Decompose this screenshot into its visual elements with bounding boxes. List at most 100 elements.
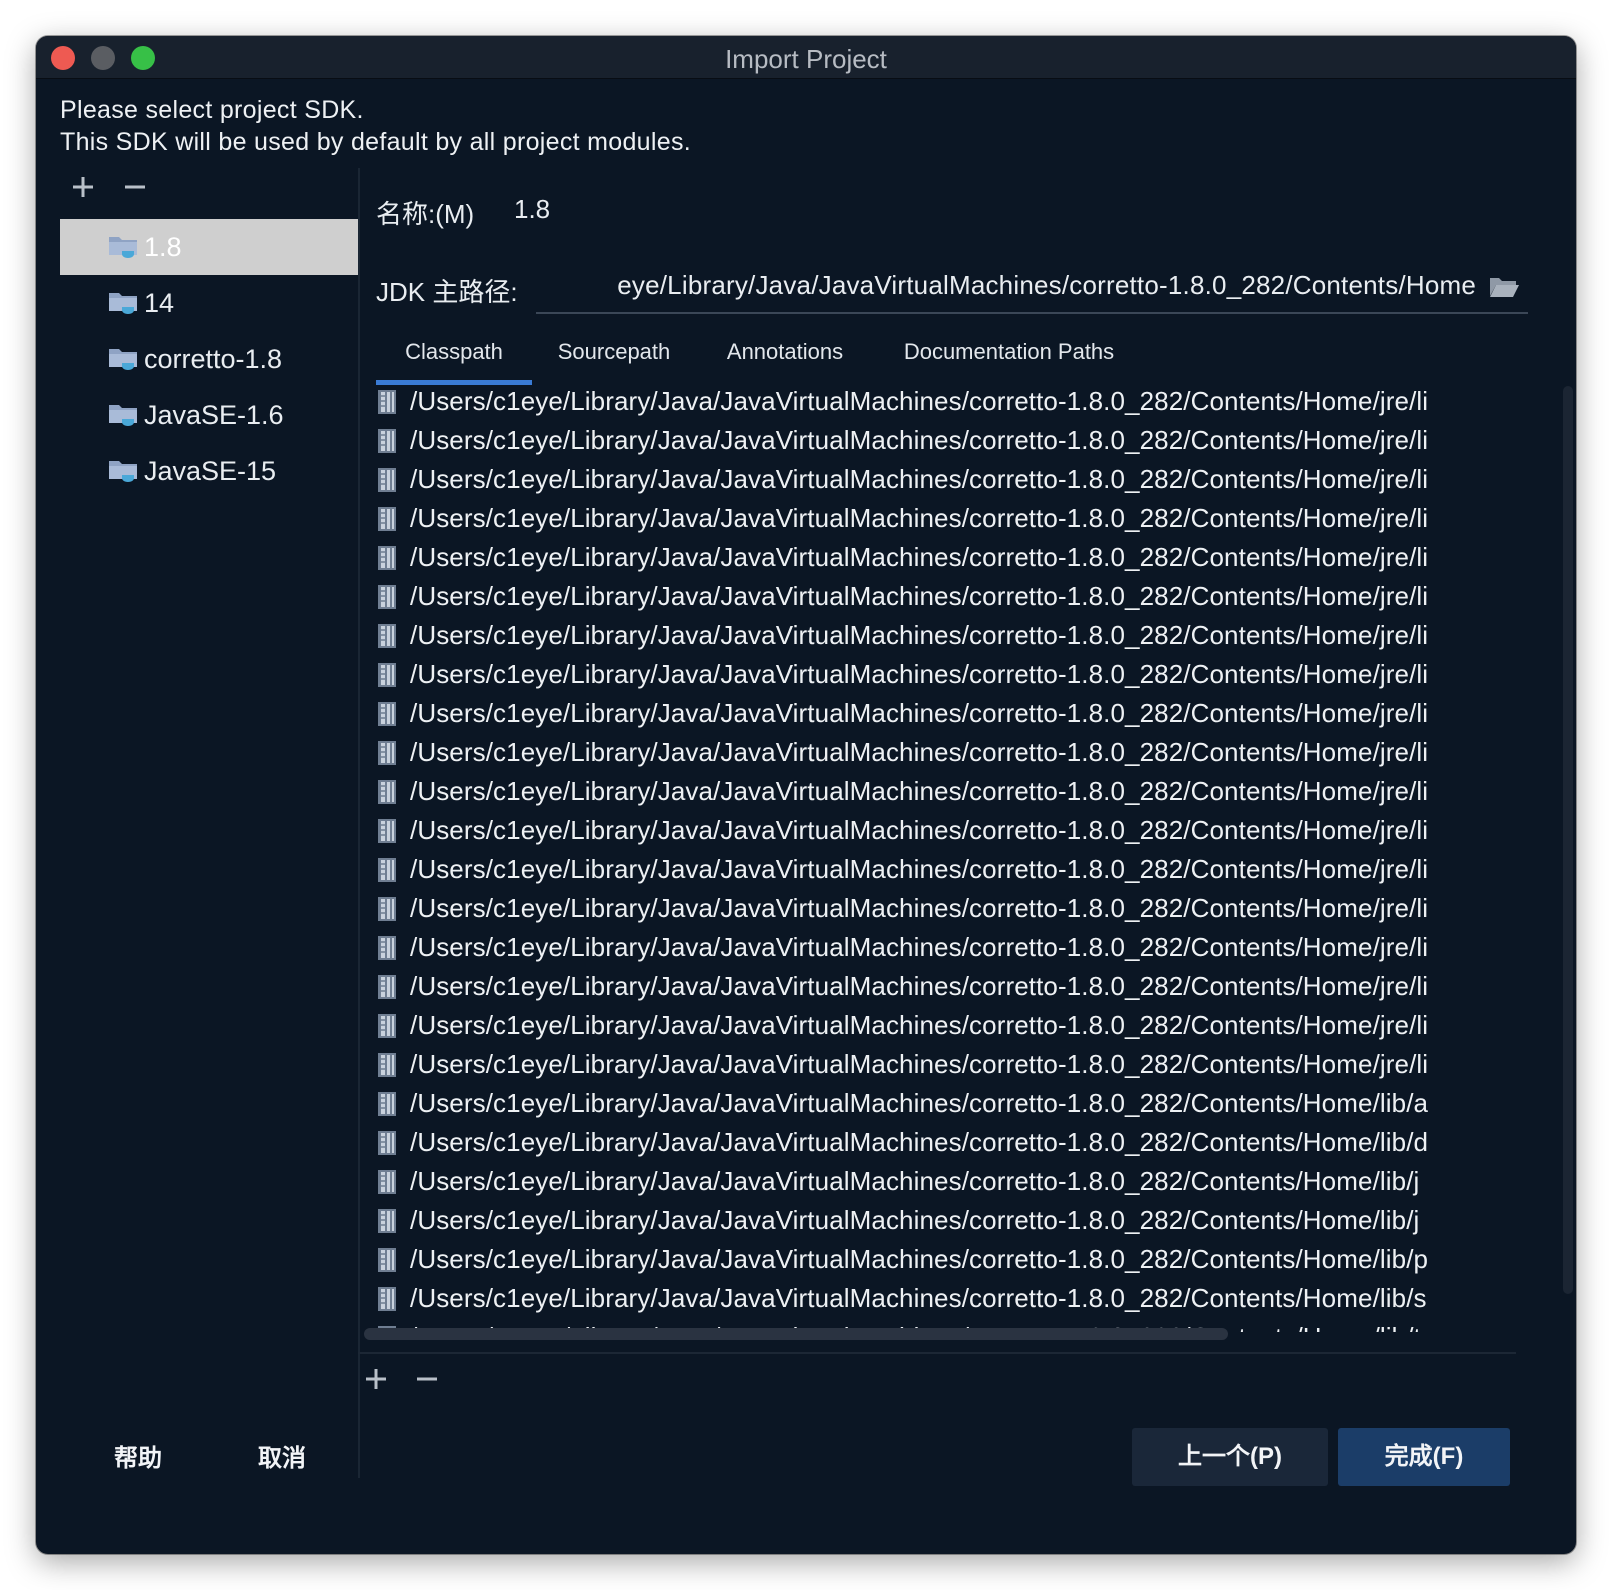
jar-icon xyxy=(378,779,396,804)
classpath-entry: /Users/c1eye/Library/Java/JavaVirtualMac… xyxy=(410,1088,1429,1118)
title-bar: Import Project xyxy=(36,36,1576,79)
classpath-row[interactable]: /Users/c1eye/Library/Java/JavaVirtualMac… xyxy=(376,1045,1562,1084)
classpath-entry: /Users/c1eye/Library/Java/JavaVirtualMac… xyxy=(410,1166,1420,1196)
sdk-item-label: 1.8 xyxy=(144,231,182,262)
classpath-entry: /Users/c1eye/Library/Java/JavaVirtualMac… xyxy=(410,503,1429,533)
classpath-entry: /Users/c1eye/Library/Java/JavaVirtualMac… xyxy=(410,971,1429,1001)
name-value[interactable]: 1.8 xyxy=(514,194,550,225)
sdk-item[interactable]: corretto-1.8 xyxy=(60,331,358,387)
classpath-row[interactable]: /Users/c1eye/Library/Java/JavaVirtualMac… xyxy=(376,1006,1562,1045)
jar-icon xyxy=(378,428,396,453)
classpath-list[interactable]: /Users/c1eye/Library/Java/JavaVirtualMac… xyxy=(376,382,1562,1332)
classpath-row[interactable]: /Users/c1eye/Library/Java/JavaVirtualMac… xyxy=(376,655,1562,694)
add-classpath-button[interactable] xyxy=(361,1364,391,1394)
jar-icon xyxy=(378,818,396,843)
classpath-row[interactable]: /Users/c1eye/Library/Java/JavaVirtualMac… xyxy=(376,850,1562,889)
classpath-row[interactable]: /Users/c1eye/Library/Java/JavaVirtualMac… xyxy=(376,928,1562,967)
classpath-row[interactable]: /Users/c1eye/Library/Java/JavaVirtualMac… xyxy=(376,1162,1562,1201)
classpath-row[interactable]: /Users/c1eye/Library/Java/JavaVirtualMac… xyxy=(376,1084,1562,1123)
classpath-row[interactable]: /Users/c1eye/Library/Java/JavaVirtualMac… xyxy=(376,889,1562,928)
add-sdk-button[interactable] xyxy=(68,172,98,202)
jar-icon xyxy=(378,389,396,414)
classpath-row[interactable]: /Users/c1eye/Library/Java/JavaVirtualMac… xyxy=(376,499,1562,538)
jar-icon xyxy=(378,545,396,570)
help-button[interactable]: 帮助 xyxy=(98,1430,178,1488)
classpath-entry: /Users/c1eye/Library/Java/JavaVirtualMac… xyxy=(410,854,1429,884)
classpath-entry: /Users/c1eye/Library/Java/JavaVirtualMac… xyxy=(410,425,1429,455)
tab-classpath[interactable]: Classpath xyxy=(376,332,532,385)
previous-button[interactable]: 上一个(P) xyxy=(1132,1428,1328,1486)
sdk-item-label: 14 xyxy=(144,287,175,318)
classpath-row[interactable]: /Users/c1eye/Library/Java/JavaVirtualMac… xyxy=(376,1279,1562,1318)
classpath-entry: /Users/c1eye/Library/Java/JavaVirtualMac… xyxy=(410,932,1429,962)
panel-divider xyxy=(358,168,360,1478)
classpath-row[interactable]: /Users/c1eye/Library/Java/JavaVirtualMac… xyxy=(376,967,1562,1006)
jar-icon xyxy=(378,1091,396,1116)
jdk-home-field[interactable]: eye/Library/Java/JavaVirtualMachines/cor… xyxy=(536,262,1528,314)
classpath-entry: /Users/c1eye/Library/Java/JavaVirtualMac… xyxy=(410,1244,1429,1274)
list-bottom-divider xyxy=(358,1352,1516,1354)
vertical-scrollbar[interactable] xyxy=(1563,386,1573,1294)
jar-icon xyxy=(378,896,396,921)
window-title: Import Project xyxy=(725,44,887,74)
jar-icon xyxy=(378,1286,396,1311)
sdk-list: 1.8 14 corretto-1.8 JavaSE-1.6 JavaSE-15 xyxy=(60,219,358,499)
sdk-item[interactable]: 14 xyxy=(60,275,358,331)
jar-icon xyxy=(378,1013,396,1038)
classpath-entry: /Users/c1eye/Library/Java/JavaVirtualMac… xyxy=(410,659,1429,689)
jar-icon xyxy=(378,1247,396,1272)
jdk-home-value[interactable]: eye/Library/Java/JavaVirtualMachines/cor… xyxy=(617,270,1476,301)
jdk-folder-icon xyxy=(109,349,137,370)
tab-documentation-paths[interactable]: Documentation Paths xyxy=(894,332,1124,380)
jdk-folder-icon xyxy=(109,461,137,482)
description-line-1: Please select project SDK. xyxy=(60,96,364,124)
classpath-row[interactable]: /Users/c1eye/Library/Java/JavaVirtualMac… xyxy=(376,538,1562,577)
sdk-item-label: JavaSE-1.6 xyxy=(144,399,284,430)
classpath-row[interactable]: /Users/c1eye/Library/Java/JavaVirtualMac… xyxy=(376,772,1562,811)
jdk-home-label: JDK 主路径: xyxy=(376,277,518,307)
tab-annotations[interactable]: Annotations xyxy=(720,332,850,380)
classpath-entry: /Users/c1eye/Library/Java/JavaVirtualMac… xyxy=(410,1205,1420,1235)
classpath-entry: /Users/c1eye/Library/Java/JavaVirtualMac… xyxy=(410,776,1429,806)
sdk-item[interactable]: 1.8 xyxy=(60,219,358,275)
jar-icon xyxy=(378,1169,396,1194)
classpath-row[interactable]: /Users/c1eye/Library/Java/JavaVirtualMac… xyxy=(376,733,1562,772)
classpath-entry: /Users/c1eye/Library/Java/JavaVirtualMac… xyxy=(410,698,1429,728)
sdk-item-label: corretto-1.8 xyxy=(144,343,283,374)
remove-sdk-button[interactable] xyxy=(120,172,150,202)
remove-classpath-button[interactable] xyxy=(412,1364,442,1394)
finish-button[interactable]: 完成(F) xyxy=(1338,1428,1510,1486)
classpath-row[interactable]: /Users/c1eye/Library/Java/JavaVirtualMac… xyxy=(376,1201,1562,1240)
sdk-item[interactable]: JavaSE-1.6 xyxy=(60,387,358,443)
classpath-entry: /Users/c1eye/Library/Java/JavaVirtualMac… xyxy=(410,737,1429,767)
sdk-item[interactable]: JavaSE-15 xyxy=(60,443,358,499)
classpath-entry: /Users/c1eye/Library/Java/JavaVirtualMac… xyxy=(410,1049,1429,1079)
tab-sourcepath[interactable]: Sourcepath xyxy=(552,332,676,380)
plus-icon xyxy=(366,1369,386,1389)
jar-icon xyxy=(378,1208,396,1233)
folder-open-icon[interactable] xyxy=(1488,272,1520,300)
sdk-item-label: JavaSE-15 xyxy=(144,455,277,486)
cancel-button[interactable]: 取消 xyxy=(242,1430,322,1488)
classpath-entry: /Users/c1eye/Library/Java/JavaVirtualMac… xyxy=(410,386,1429,416)
classpath-row[interactable]: /Users/c1eye/Library/Java/JavaVirtualMac… xyxy=(376,421,1562,460)
classpath-row[interactable]: /Users/c1eye/Library/Java/JavaVirtualMac… xyxy=(376,460,1562,499)
jar-icon xyxy=(378,1130,396,1155)
classpath-entry: /Users/c1eye/Library/Java/JavaVirtualMac… xyxy=(410,464,1429,494)
horizontal-scrollbar[interactable] xyxy=(364,1328,1228,1340)
import-project-dialog: Import Project Please select project SDK… xyxy=(36,36,1576,1554)
classpath-row[interactable]: /Users/c1eye/Library/Java/JavaVirtualMac… xyxy=(376,1240,1562,1279)
classpath-row[interactable]: /Users/c1eye/Library/Java/JavaVirtualMac… xyxy=(376,577,1562,616)
jar-icon xyxy=(378,467,396,492)
minus-icon xyxy=(125,185,145,189)
classpath-row[interactable]: /Users/c1eye/Library/Java/JavaVirtualMac… xyxy=(376,694,1562,733)
jar-icon xyxy=(378,740,396,765)
classpath-row[interactable]: /Users/c1eye/Library/Java/JavaVirtualMac… xyxy=(376,382,1562,421)
jar-icon xyxy=(378,662,396,687)
classpath-row[interactable]: /Users/c1eye/Library/Java/JavaVirtualMac… xyxy=(376,811,1562,850)
classpath-row[interactable]: /Users/c1eye/Library/Java/JavaVirtualMac… xyxy=(376,616,1562,655)
classpath-row[interactable]: /Users/c1eye/Library/Java/JavaVirtualMac… xyxy=(376,1123,1562,1162)
jar-icon xyxy=(378,506,396,531)
jdk-folder-icon xyxy=(109,293,137,314)
jdk-folder-icon xyxy=(109,237,137,258)
